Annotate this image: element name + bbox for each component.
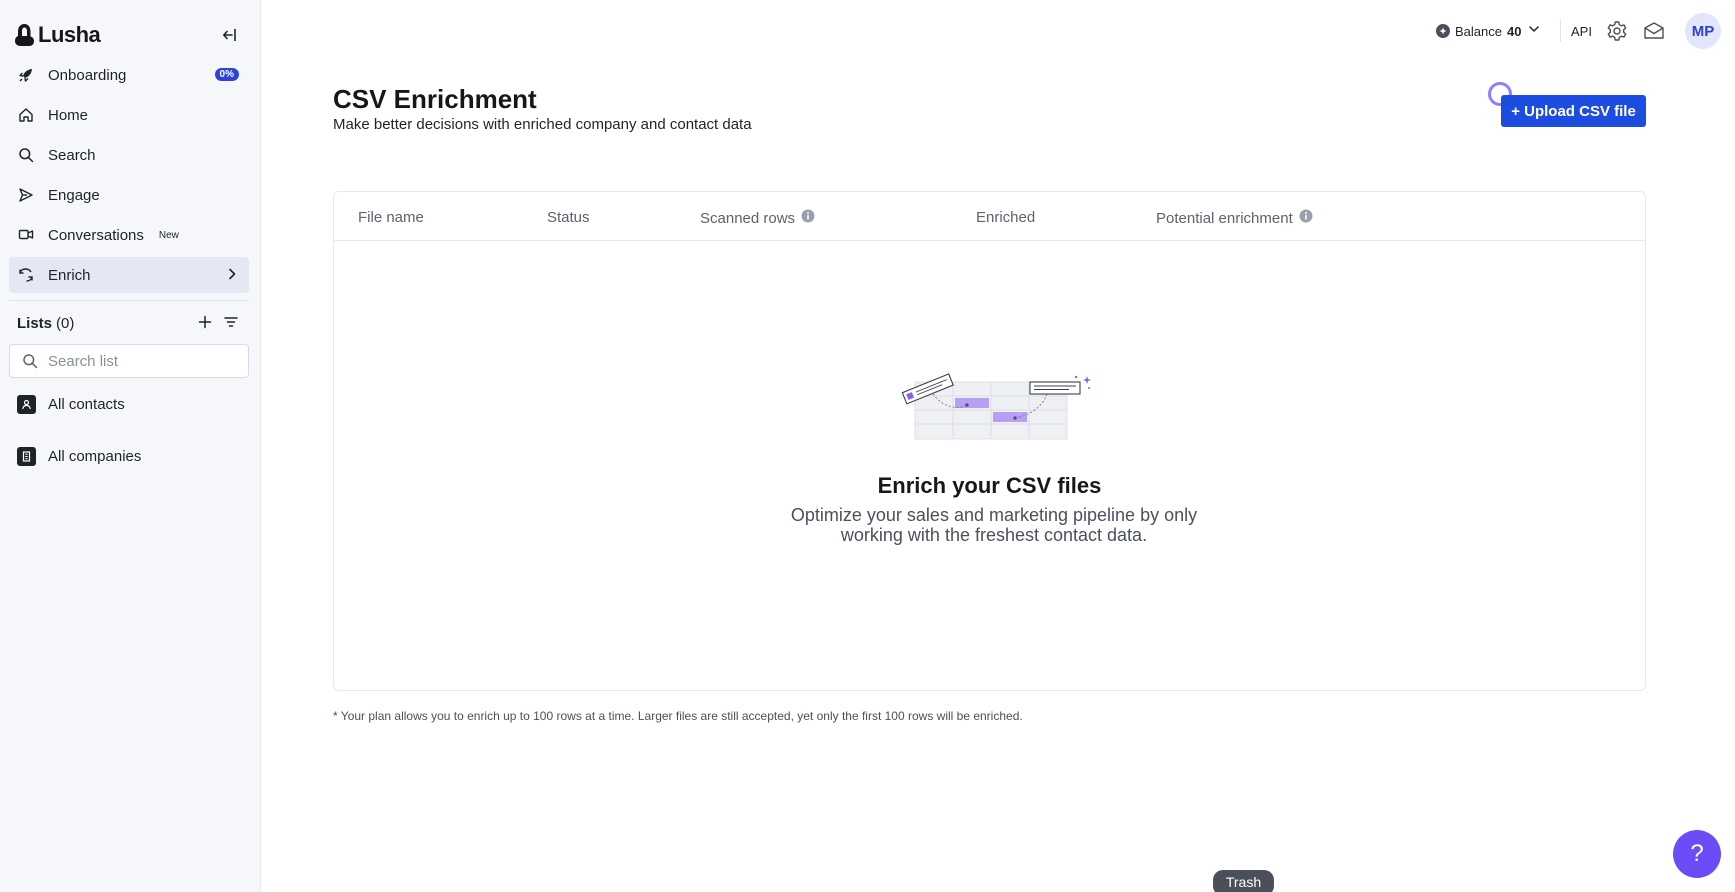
- sidebar-item-label: Engage: [48, 186, 100, 204]
- info-icon[interactable]: [801, 209, 815, 227]
- app-root: Lusha Onboarding 0% Home Search Engage C…: [0, 0, 1735, 892]
- sidebar-item-label: Enrich: [48, 266, 91, 284]
- balance-dropdown[interactable]: Balance 40: [1436, 20, 1540, 42]
- topbar-divider: [1560, 20, 1561, 42]
- api-link[interactable]: API: [1571, 24, 1592, 39]
- sidebar-item-search[interactable]: Search: [9, 137, 249, 173]
- plus-icon: [198, 315, 212, 329]
- empty-state-title: Enrich your CSV files: [877, 473, 1102, 498]
- chevron-right-icon: [225, 267, 239, 286]
- new-badge: New: [158, 229, 179, 241]
- add-list-button[interactable]: [197, 314, 213, 335]
- balance-label: Balance: [1455, 23, 1502, 39]
- column-header-enriched[interactable]: Enriched: [976, 209, 1035, 226]
- sidebar-divider: [9, 300, 249, 301]
- filter-icon: [224, 317, 238, 327]
- column-header-scanned-rows[interactable]: Scanned rows: [700, 209, 815, 227]
- column-header-potential-enrichment[interactable]: Potential enrichment: [1156, 209, 1313, 227]
- chat-icon: [17, 226, 35, 244]
- gear-icon: [1607, 21, 1627, 41]
- table-header: File name Status Scanned rows Enriched P…: [334, 192, 1645, 241]
- send-icon: [17, 186, 35, 204]
- brand-name: Lusha: [38, 22, 101, 47]
- empty-state-text: Optimize your sales and marketing pipeli…: [790, 505, 1198, 545]
- upload-csv-button[interactable]: + Upload CSV file: [1501, 95, 1646, 127]
- sidebar-item-label: Search: [48, 146, 96, 164]
- search-list-input[interactable]: [48, 352, 238, 370]
- lists-count: (0): [56, 314, 75, 332]
- page-title: CSV Enrichment: [333, 84, 537, 114]
- rocket-icon: [17, 66, 35, 84]
- column-header-file-name[interactable]: File name: [358, 209, 424, 226]
- column-label: File name: [358, 209, 424, 226]
- search-icon: [17, 146, 35, 164]
- balance-value: 40: [1506, 23, 1522, 39]
- settings-button[interactable]: [1606, 20, 1628, 47]
- column-label: Enriched: [976, 209, 1036, 226]
- plan-footnote: * Your plan allows you to enrich up to 1…: [333, 709, 1023, 723]
- lists-header: Lists (0): [17, 313, 245, 333]
- sidebar-item-label: Onboarding: [48, 66, 127, 84]
- avatar[interactable]: MP: [1685, 13, 1721, 49]
- sidebar-item-conversations[interactable]: Conversations New: [9, 217, 249, 253]
- column-label: Potential enrichment: [1156, 209, 1293, 227]
- csv-illustration-icon: [901, 373, 1091, 440]
- info-icon[interactable]: [1299, 209, 1313, 227]
- list-entry-label: All companies: [48, 447, 142, 465]
- sidebar-nav: Onboarding 0% Home Search Engage Convers…: [9, 57, 249, 297]
- building-icon: [17, 446, 36, 466]
- search-list-field[interactable]: [9, 344, 249, 378]
- list-entry-label: All contacts: [48, 395, 125, 413]
- lists-title: Lists: [17, 314, 53, 332]
- column-header-status[interactable]: Status: [547, 209, 590, 226]
- brand-logo[interactable]: Lusha: [14, 22, 101, 48]
- sidebar-item-home[interactable]: Home: [9, 97, 249, 133]
- sidebar-item-onboarding[interactable]: Onboarding 0%: [9, 57, 249, 93]
- files-table: File name Status Scanned rows Enriched P…: [333, 191, 1646, 691]
- coin-icon: [1436, 24, 1450, 38]
- collapse-sidebar-button[interactable]: [220, 25, 240, 45]
- sidebar-item-enrich[interactable]: Enrich: [9, 257, 249, 293]
- search-icon: [23, 354, 38, 369]
- page-subtitle: Make better decisions with enriched comp…: [333, 116, 752, 133]
- list-all-companies[interactable]: All companies: [17, 445, 141, 467]
- chevron-down-icon: [1528, 22, 1540, 40]
- collapse-left-icon: [223, 29, 236, 41]
- inbox-button[interactable]: [1642, 20, 1666, 47]
- sidebar-item-label: Conversations: [48, 226, 144, 244]
- mail-icon: [1644, 22, 1664, 39]
- filter-lists-button[interactable]: [223, 314, 239, 335]
- help-button[interactable]: ?: [1673, 830, 1721, 878]
- sidebar-item-engage[interactable]: Engage: [9, 177, 249, 213]
- sidebar: Lusha Onboarding 0% Home Search Engage C…: [0, 0, 261, 892]
- trash-chip[interactable]: Trash: [1213, 870, 1274, 892]
- home-icon: [17, 106, 35, 124]
- column-label: Scanned rows: [700, 209, 796, 227]
- list-all-contacts[interactable]: All contacts: [17, 393, 125, 415]
- sidebar-item-label: Home: [48, 106, 89, 124]
- refresh-icon: [17, 266, 35, 284]
- lusha-logo-icon: [15, 24, 34, 46]
- contact-icon: [17, 394, 36, 414]
- column-label: Status: [547, 209, 590, 226]
- onboarding-progress-badge: 0%: [214, 68, 239, 81]
